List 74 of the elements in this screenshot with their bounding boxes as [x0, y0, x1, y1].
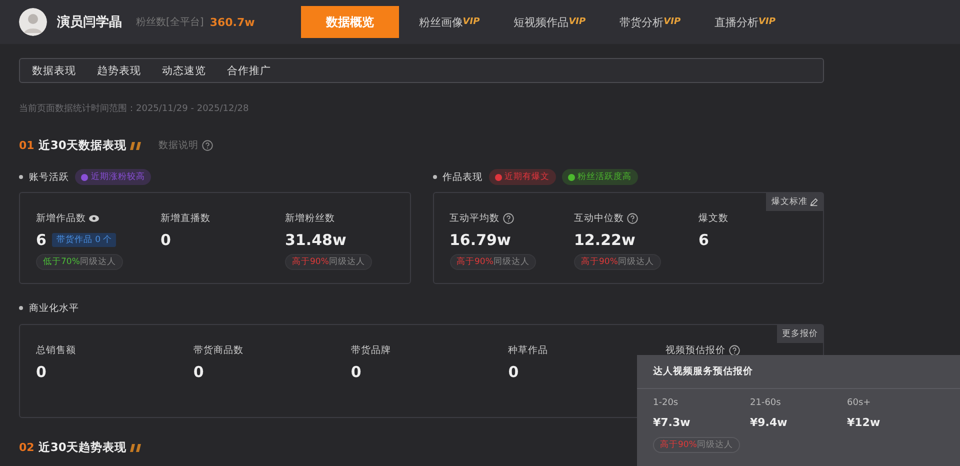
- comparison-tag: 高于90%同级达人: [450, 254, 536, 270]
- nav-tab[interactable]: 直播分析VIP: [700, 6, 790, 38]
- help-icon: [202, 140, 214, 151]
- section-number: 02: [19, 441, 34, 454]
- popover-title: 达人视频服务预估报价: [637, 355, 960, 389]
- bullet-icon: [432, 175, 436, 179]
- status-tag: 近期有爆文: [488, 169, 556, 185]
- metric-label: 带货商品数: [193, 344, 244, 356]
- group-title: 商业化水平: [29, 302, 79, 314]
- avatar: [19, 8, 47, 36]
- metric-label: 互动平均数: [450, 212, 500, 224]
- sub-tab[interactable]: 数据表现: [32, 64, 76, 78]
- edit-icon: [810, 198, 818, 206]
- metric-value: 0: [36, 363, 46, 381]
- metric-label: 爆文数: [698, 212, 728, 224]
- sub-tab[interactable]: 动态速览: [162, 64, 206, 78]
- duration-label: 60s+: [847, 398, 871, 408]
- standard-button[interactable]: 爆文标准: [766, 193, 823, 211]
- metric-value: 0: [193, 363, 204, 381]
- comparison-tag: 高于90%同级达人: [285, 254, 372, 270]
- price-value: ¥12w: [847, 416, 880, 429]
- vip-label: VIP: [568, 17, 586, 27]
- metric-label: 互动中位数: [574, 212, 624, 224]
- sub-tab[interactable]: 合作推广: [227, 64, 271, 78]
- metric-value: 12.22w: [574, 231, 636, 249]
- metric-label: 总销售额: [36, 344, 76, 356]
- nav-tab[interactable]: 粉丝画像VIP: [404, 6, 494, 38]
- info-tag: 带货作品 0 个: [52, 233, 116, 247]
- price-value: ¥7.3w: [653, 416, 690, 429]
- eye-icon: [89, 214, 99, 222]
- price-value: ¥9.4w: [750, 416, 788, 429]
- metric-value: 6: [36, 231, 46, 249]
- metric-label: 种草作品: [508, 344, 548, 356]
- group-title: 账号活跃: [29, 170, 69, 184]
- nav-tab[interactable]: 短视频作品VIP: [500, 6, 600, 38]
- quote-icon: [130, 142, 142, 150]
- date-range: 当前页面数据统计时间范围：2025/11/29 - 2025/12/28: [19, 102, 250, 115]
- metric-value: 16.79w: [450, 231, 511, 249]
- vip-label: VIP: [758, 17, 776, 27]
- metric-value: 6: [698, 231, 709, 249]
- comparison-tag: 高于90%同级达人: [574, 254, 661, 270]
- status-tag: 粉丝活跃度高: [562, 169, 638, 185]
- more-quotes-button[interactable]: 更多报价: [777, 325, 823, 343]
- quote-icon: [130, 444, 142, 452]
- metric-value: 31.48w: [285, 231, 346, 249]
- metric-label: 带货品牌: [350, 344, 391, 356]
- metric-value: 0: [160, 231, 171, 249]
- bullet-icon: [19, 175, 23, 179]
- nav-tab[interactable]: 带货分析VIP: [606, 6, 695, 38]
- fans-count: 360.7w: [210, 16, 255, 28]
- duration-label: 21-60s: [750, 398, 781, 408]
- vip-label: VIP: [462, 17, 480, 27]
- help-icon: [502, 212, 514, 224]
- group-title: 作品表现: [442, 170, 482, 184]
- section-number: 01: [19, 139, 34, 152]
- section-title: 近30天数据表现: [38, 138, 126, 153]
- fans-label: 粉丝数[全平台]: [136, 16, 204, 29]
- sub-tab[interactable]: 趋势表现: [97, 64, 141, 78]
- comparison-tag: 高于90%同级达人: [653, 437, 740, 453]
- metric-label: 新增作品数: [36, 212, 86, 224]
- metric-value: 0: [350, 363, 362, 381]
- metric-label: 视频预估报价: [666, 344, 726, 356]
- help-icon: [728, 344, 740, 356]
- vip-label: VIP: [664, 17, 681, 27]
- duration-label: 1-20s: [653, 398, 678, 408]
- section-title: 近30天趋势表现: [38, 440, 126, 455]
- metric-value: 0: [508, 363, 519, 381]
- bullet-icon: [19, 306, 23, 310]
- status-tag: 近期涨粉较高: [75, 169, 151, 185]
- metric-label: 新增粉丝数: [285, 212, 335, 224]
- account-name: 演员闫学晶: [57, 14, 122, 31]
- help-icon: [627, 212, 638, 224]
- metric-label: 新增直播数: [160, 212, 210, 224]
- comparison-tag: 低于70%同级达人: [36, 254, 123, 270]
